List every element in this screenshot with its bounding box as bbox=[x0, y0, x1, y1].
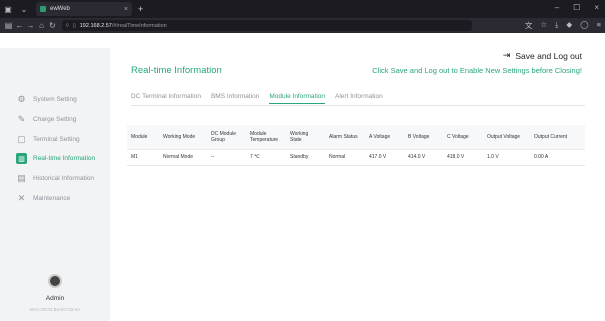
gear-icon: ⚙ bbox=[17, 94, 26, 104]
shield-icon: ◊ bbox=[66, 22, 69, 29]
table-cell: 1.0 V bbox=[483, 149, 530, 166]
save-and-logout-button[interactable]: ⇥ Save and Log out bbox=[503, 50, 582, 61]
account-icon[interactable]: ◯ bbox=[580, 20, 588, 31]
column-header: Output Voltage bbox=[483, 125, 530, 150]
table-cell: 0.00 A bbox=[530, 149, 585, 166]
sidebar-toggle-icon[interactable]: ▣ bbox=[0, 5, 16, 14]
mac-address: MAC:00:04:B4:E0:CB:6A bbox=[29, 307, 81, 312]
save-hint: Click Save and Log out to Enable New Set… bbox=[372, 66, 582, 75]
table-cell: M1 bbox=[127, 149, 159, 166]
main-content: ⇥ Save and Log out Real-time Information… bbox=[110, 33, 605, 321]
table-cell: 7 ℃ bbox=[246, 149, 286, 166]
table-cell: 417.0 V bbox=[365, 149, 404, 166]
download-icon[interactable]: ⤓ bbox=[555, 20, 558, 31]
tab-dc-terminal[interactable]: DC Terminal Information bbox=[131, 93, 201, 104]
url-bar[interactable]: ◊ ▯ 192.168.2.57 /#/realTimeInformation bbox=[62, 20, 472, 31]
column-header: Output Current bbox=[530, 125, 585, 150]
translate-icon[interactable]: 文 bbox=[525, 20, 533, 31]
web-page: ⚙ System Setting ✎ Charge Setting ▢ Term… bbox=[0, 33, 605, 321]
new-tab-icon[interactable]: + bbox=[138, 4, 143, 14]
table-cell: Normal bbox=[325, 149, 365, 166]
browser-tab[interactable]: ewWeb × bbox=[36, 2, 132, 16]
sidebar-item-label: Maintenance bbox=[33, 195, 71, 202]
close-tab-icon[interactable]: × bbox=[124, 6, 128, 13]
table-cell: 418.0 V bbox=[443, 149, 483, 166]
column-header: A Voltage bbox=[365, 125, 404, 150]
browser-tab-title: ewWeb bbox=[50, 6, 70, 12]
back-icon[interactable]: ← bbox=[14, 21, 25, 30]
forward-icon[interactable]: → bbox=[25, 21, 36, 30]
page-title: Real-time Information bbox=[131, 65, 222, 76]
sidebar-item-real-time-information[interactable]: ▥ Real-time Information bbox=[16, 153, 95, 164]
sidebar-item-historical-information[interactable]: ▤ Historical Information bbox=[16, 173, 94, 184]
tab-list-icon[interactable]: ⌄ bbox=[16, 5, 32, 14]
sidebar-item-label: Charge Setting bbox=[33, 116, 77, 123]
avatar[interactable] bbox=[48, 274, 62, 288]
menu-icon[interactable]: ≡ bbox=[597, 20, 601, 31]
favicon-icon bbox=[40, 6, 46, 12]
column-header: Alarm Status bbox=[325, 125, 365, 150]
column-header: B Voltage bbox=[404, 125, 443, 150]
page-icon: ▯ bbox=[72, 22, 76, 29]
info-tabs: DC Terminal Information BMS Information … bbox=[131, 93, 393, 104]
table-cell: 414.0 V bbox=[404, 149, 443, 166]
browser-nav-bar: ▤ ← → ⌂ ↻ ◊ ▯ 192.168.2.57 /#/realTimeIn… bbox=[0, 18, 605, 33]
url-host: 192.168.2.57 bbox=[79, 22, 112, 29]
table-cell: -- bbox=[207, 149, 246, 166]
tab-module[interactable]: Module Information bbox=[269, 93, 326, 104]
wrench-icon: ✎ bbox=[17, 114, 26, 124]
maximize-icon[interactable]: ☐ bbox=[573, 3, 580, 12]
module-table: Module Working Mode DC Module Group Modu… bbox=[127, 125, 585, 166]
reload-icon[interactable]: ↻ bbox=[47, 21, 58, 30]
sidebar-item-system-setting[interactable]: ⚙ System Setting bbox=[16, 94, 77, 105]
extension-icon[interactable]: ◆ bbox=[566, 20, 572, 31]
table-cell: Normal Mode bbox=[159, 149, 207, 166]
sidebar-item-label: Real-time Information bbox=[33, 155, 96, 162]
bookmark-star-icon[interactable]: ☆ bbox=[540, 20, 547, 31]
tab-alert[interactable]: Alert Information bbox=[335, 93, 383, 104]
table-header-row: Module Working Mode DC Module Group Modu… bbox=[127, 125, 585, 150]
column-header: Working Mode bbox=[159, 125, 207, 150]
column-header: Working State bbox=[286, 125, 325, 150]
tab-divider bbox=[131, 105, 585, 106]
close-window-icon[interactable]: × bbox=[594, 3, 599, 12]
sidebar-item-label: System Setting bbox=[33, 96, 77, 103]
history-icon: ▤ bbox=[17, 173, 26, 183]
tools-icon: ✕ bbox=[17, 193, 26, 203]
sidebar-item-label: Historical Information bbox=[33, 175, 95, 182]
sidebar-item-terminal-setting[interactable]: ▢ Terminal Setting bbox=[16, 134, 80, 145]
home-icon[interactable]: ⌂ bbox=[36, 21, 47, 30]
url-path: /#/realTimeInformation bbox=[111, 22, 167, 29]
table-cell: Standby bbox=[286, 149, 325, 166]
column-header: C Voltage bbox=[443, 125, 483, 150]
clipboard-icon: ▢ bbox=[17, 134, 26, 144]
sidebar: ⚙ System Setting ✎ Charge Setting ▢ Term… bbox=[0, 48, 110, 321]
chart-icon: ▥ bbox=[16, 153, 27, 164]
sidebar-icon[interactable]: ▤ bbox=[3, 21, 14, 30]
logout-icon: ⇥ bbox=[502, 50, 511, 60]
column-header: Module bbox=[127, 125, 159, 150]
sidebar-item-label: Terminal Setting bbox=[33, 136, 80, 143]
column-header: DC Module Group bbox=[207, 125, 246, 150]
tab-bms[interactable]: BMS Information bbox=[211, 93, 259, 104]
browser-tab-bar: ▣ ⌄ ewWeb × + – ☐ × bbox=[0, 0, 605, 18]
logout-label: Save and Log out bbox=[515, 50, 582, 61]
user-name: Admin bbox=[45, 295, 65, 302]
table-row: M1 Normal Mode -- 7 ℃ Standby Normal 417… bbox=[127, 149, 585, 166]
sidebar-item-maintenance[interactable]: ✕ Maintenance bbox=[16, 193, 71, 204]
column-header: Module Temperature bbox=[246, 125, 286, 150]
sidebar-item-charge-setting[interactable]: ✎ Charge Setting bbox=[16, 114, 77, 125]
minimize-icon[interactable]: – bbox=[555, 3, 559, 12]
